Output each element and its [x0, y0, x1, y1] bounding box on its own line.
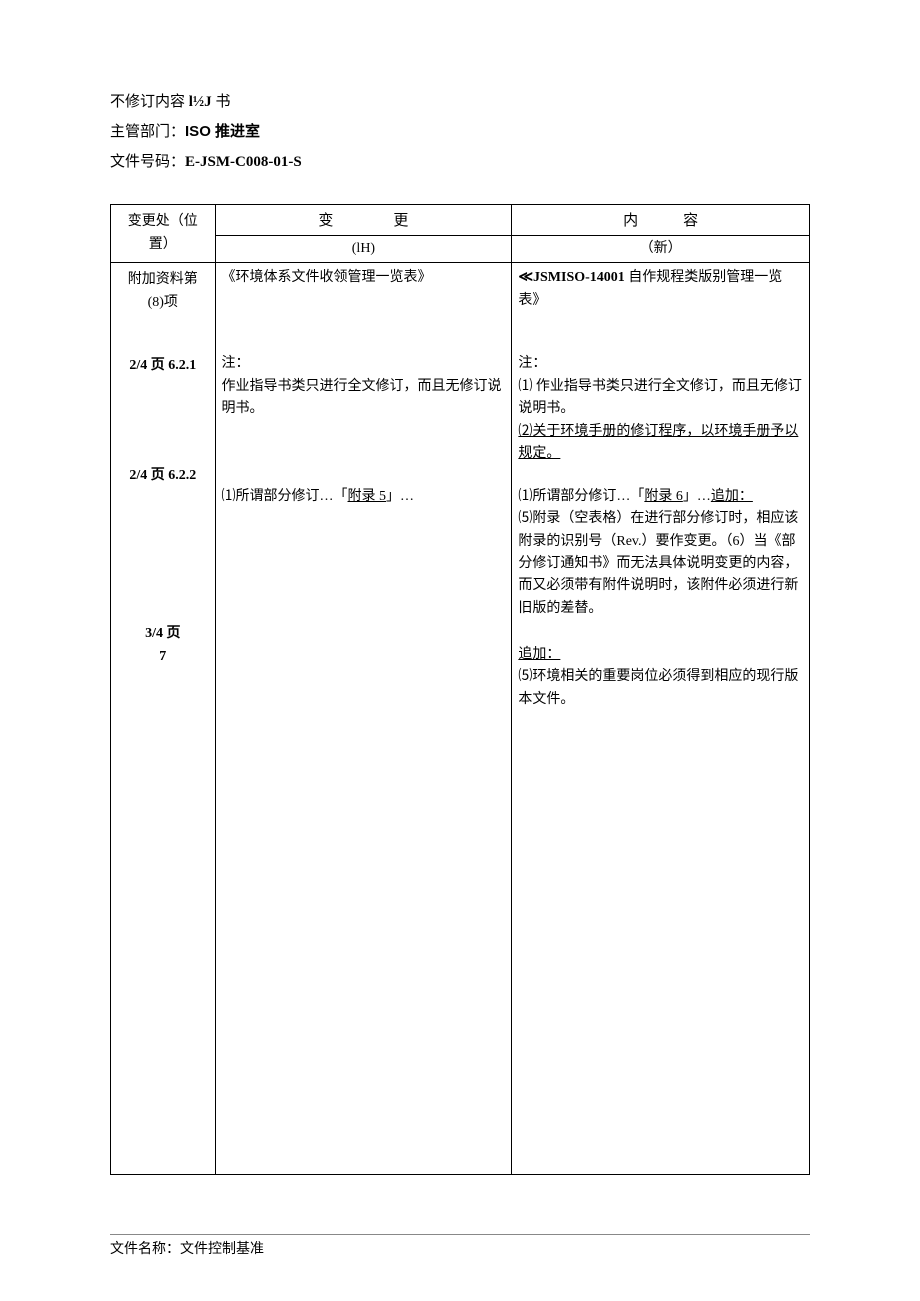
- loc-block-1: 附加资料第 (8)项: [115, 269, 211, 335]
- header-line-3: 文件号码：E-JSM-C008-01-S: [110, 150, 810, 174]
- th-location-text: 变更处（位置）: [128, 214, 198, 251]
- old3-suffix: 」…: [386, 489, 414, 504]
- new4-u: 追加：: [518, 647, 560, 662]
- loc-block-4: 3/4 页 7: [115, 623, 211, 668]
- new-block-1: ≪JSMISO-14001 自作规程类版别管理一览表》: [518, 267, 803, 333]
- new4-body: ⑸环境相关的重要岗位必须得到相应的现行版本文件。: [518, 669, 798, 706]
- header-line3-label: 文件号码：: [110, 154, 185, 170]
- loc-4a: 3/4 页: [145, 626, 180, 641]
- header-line1-code: l½J: [189, 94, 212, 110]
- new2-u: ⑵关于环境手册的修订程序，以环境手册予以规定。: [518, 424, 798, 461]
- th-change-text: 变更: [258, 209, 468, 233]
- old3-u: 附录 5: [348, 489, 387, 504]
- th-content: 内容: [512, 205, 810, 236]
- th-change: 变更: [215, 205, 512, 236]
- th-content-text: 内容: [578, 209, 743, 233]
- old3-prefix: ⑴所谓部分修订…「: [222, 489, 348, 504]
- table-header-row-1: 变更处（位置） 变更 内容: [111, 205, 810, 236]
- header-line2-label: 主管部门：: [110, 124, 185, 140]
- new3-prefix: ⑴所谓部分修订…「: [518, 489, 644, 504]
- header-line1-prefix: 不修订内容: [110, 94, 189, 110]
- loc-2a: 2/4 页 6.2.1: [129, 358, 196, 373]
- new3-u2: 追加：: [711, 489, 753, 504]
- footer-value: 文件控制基准: [180, 1242, 264, 1257]
- th-old: (lH): [215, 236, 512, 263]
- old-block-2: 注： 作业指导书类只进行全文修订，而且无修订说明书。: [222, 353, 506, 443]
- loc-4b: 7: [159, 649, 166, 664]
- new-column-body: ≪JSMISO-14001 自作规程类版别管理一览表》 注： ⑴ 作业指导书类只…: [512, 263, 810, 1175]
- header-line-1: 不修订内容 l½J 书: [110, 90, 810, 114]
- footer: 文件名称：文件控制基准: [110, 1234, 810, 1261]
- new-block-3: ⑴所谓部分修订…「附录 6」…追加： ⑸附录（空表格）在进行部分修订时，相应该附…: [518, 463, 803, 601]
- new3-mid: 」…: [683, 489, 711, 504]
- new2-body: ⑴ 作业指导书类只进行全文修订，而且无修订说明书。: [518, 379, 802, 416]
- loc-1a: 附加资料第: [128, 272, 198, 287]
- loc-3a: 2/4 页 6.2.2: [129, 468, 196, 483]
- old-1-text: 《环境体系文件收领管理一览表》: [222, 270, 432, 285]
- old-block-3: ⑴所谓部分修订…「附录 5」…: [222, 463, 506, 601]
- table-header-row-2: (lH) （新）: [111, 236, 810, 263]
- new-block-4: 追加： ⑸环境相关的重要岗位必须得到相应的现行版本文件。: [518, 621, 803, 711]
- footer-label: 文件名称：: [110, 1242, 180, 1257]
- table-row: 附加资料第 (8)项 2/4 页 6.2.1 2/4 页 6.2.2 3/4 页…: [111, 263, 810, 1175]
- new-block-2: 注： ⑴ 作业指导书类只进行全文修订，而且无修订说明书。 ⑵关于环境手册的修订程…: [518, 353, 803, 443]
- change-table: 变更处（位置） 变更 内容 (lH) （新） 附加资料第 (8)项 2/4 页 …: [110, 204, 810, 1175]
- th-location: 变更处（位置）: [111, 205, 216, 263]
- old-column-body: 《环境体系文件收领管理一览表》 注： 作业指导书类只进行全文修订，而且无修订说明…: [215, 263, 512, 1175]
- new3-body: ⑸附录（空表格）在进行部分修订时，相应该附录的识别号（Rev.）要作变更。（6）…: [518, 511, 798, 616]
- header-line3-value: E-JSM-C008-01-S: [185, 154, 302, 170]
- loc-block-2: 2/4 页 6.2.1: [115, 355, 211, 445]
- new3-u1: 附录 6: [644, 489, 683, 504]
- header-line1-suffix: 书: [212, 94, 231, 110]
- loc-block-3: 2/4 页 6.2.2: [115, 465, 211, 603]
- th-new: （新）: [512, 236, 810, 263]
- document-page: 不修订内容 l½J 书 主管部门：ISO 推进室 文件号码：E-JSM-C008…: [0, 0, 920, 1301]
- header-line-2: 主管部门：ISO 推进室: [110, 120, 810, 144]
- loc-1b: (8)项: [148, 295, 178, 310]
- old-block-1: 《环境体系文件收领管理一览表》: [222, 267, 506, 333]
- new2-prefix: 注：: [518, 356, 546, 371]
- header-line2-value: ISO 推进室: [185, 123, 260, 140]
